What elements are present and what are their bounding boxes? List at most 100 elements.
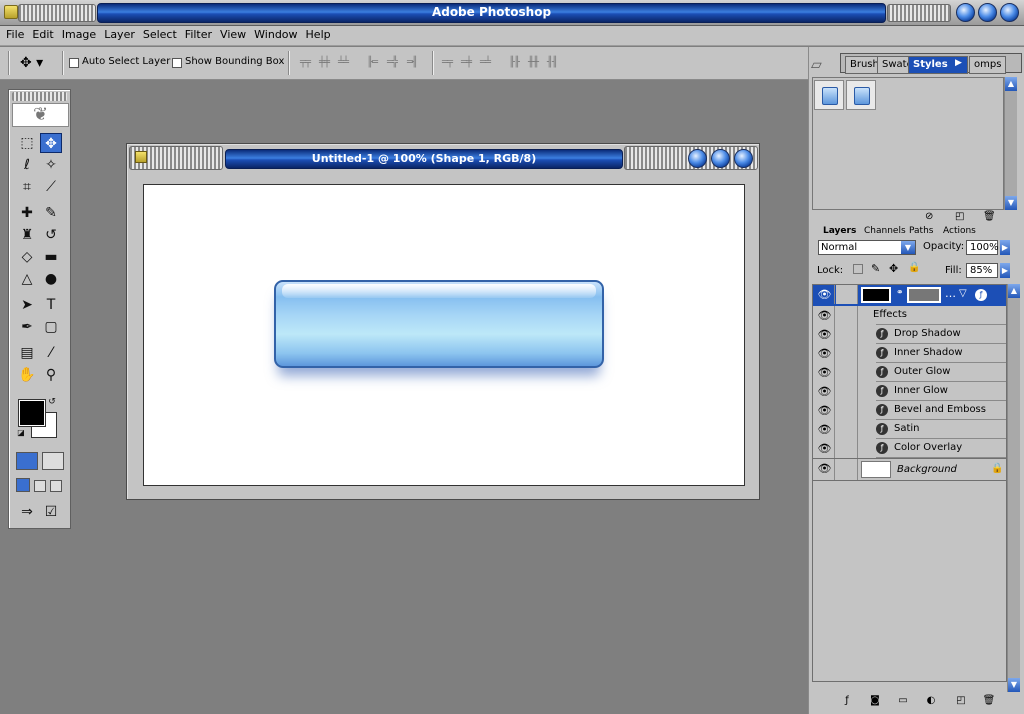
tab-actions[interactable]: Actions	[943, 226, 976, 236]
menu-window[interactable]: Window	[252, 26, 303, 45]
screen-mode-full-button[interactable]	[50, 480, 62, 492]
align-left-icon[interactable]: ╟═	[367, 57, 383, 69]
distribute-bottom-icon[interactable]: ═╧	[480, 57, 496, 69]
visibility-eye-icon[interactable]: 👁	[815, 382, 835, 401]
align-hcenter-icon[interactable]: ═╬	[387, 57, 403, 69]
distribute-left-icon[interactable]: ╟╟	[509, 57, 525, 69]
hand-tool-icon[interactable]: ✋	[16, 365, 38, 385]
fill-arrow-icon[interactable]: ▶	[1000, 263, 1010, 278]
document-icon[interactable]	[135, 151, 147, 163]
style-swatch[interactable]	[814, 80, 844, 110]
distribute-hcenter-icon[interactable]: ╫╫	[528, 57, 544, 69]
eraser-tool-icon[interactable]: ◇	[16, 247, 38, 267]
feather-logo-icon[interactable]: ❦	[12, 103, 69, 127]
document-close-button[interactable]	[734, 149, 753, 168]
standard-mode-button[interactable]	[16, 452, 38, 470]
tab-comps[interactable]: omps	[969, 56, 1007, 74]
healing-brush-tool-icon[interactable]: ✚	[16, 203, 38, 223]
blur-tool-icon[interactable]: △	[16, 269, 38, 289]
document-maximize-button[interactable]	[711, 149, 730, 168]
move-tool-preset-icon[interactable]: ✥ ▾	[20, 55, 56, 71]
lock-all-icon[interactable]: 🔒	[908, 262, 920, 273]
visibility-eye-icon[interactable]: 👁	[815, 420, 835, 439]
visibility-eye-icon[interactable]: 👁	[815, 325, 835, 344]
vector-mask-thumbnail[interactable]	[907, 287, 941, 303]
layer-row-background[interactable]: 👁 Background 🔒	[813, 458, 1006, 481]
brush-tool-icon[interactable]: ✎	[40, 203, 62, 223]
show-bounding-box-checkbox[interactable]	[172, 58, 182, 68]
align-vcenter-icon[interactable]: ╪╪	[319, 57, 335, 69]
menu-filter[interactable]: Filter	[183, 26, 218, 45]
visibility-eye-icon[interactable]: 👁	[815, 459, 835, 480]
lasso-tool-icon[interactable]: ℓ	[16, 155, 38, 175]
notes-tool-icon[interactable]: ▤	[16, 343, 38, 363]
foreground-color-swatch[interactable]	[18, 399, 46, 427]
check-icon[interactable]: ☑	[40, 502, 62, 522]
layer-fill-thumbnail[interactable]	[861, 287, 891, 303]
layer-link-icon[interactable]: ⚭	[896, 288, 904, 302]
style-swatch[interactable]	[846, 80, 876, 110]
default-colors-icon[interactable]: ◪	[16, 428, 26, 438]
effect-row-color-overlay[interactable]: 👁 ƒ Color Overlay	[813, 439, 1006, 458]
scroll-down-icon[interactable]: ▼	[1005, 196, 1017, 210]
distribute-right-icon[interactable]: ╢╢	[547, 57, 563, 69]
effects-expand-icon[interactable]: ▽	[959, 288, 967, 299]
history-brush-tool-icon[interactable]: ↺	[40, 225, 62, 245]
effect-row-bevel-emboss[interactable]: 👁 ƒ Bevel and Emboss	[813, 401, 1006, 420]
menu-select[interactable]: Select	[141, 26, 183, 45]
glass-button-shape[interactable]	[274, 280, 604, 368]
styles-menu-arrow-icon[interactable]: ▶	[955, 58, 962, 68]
lock-position-icon[interactable]: ✥	[889, 262, 898, 275]
visibility-eye-icon[interactable]: 👁	[815, 401, 835, 420]
close-button[interactable]	[1000, 3, 1019, 22]
crop-tool-icon[interactable]: ⌗	[16, 177, 38, 197]
pen-tool-icon[interactable]: ✒	[16, 317, 38, 337]
maximize-button[interactable]	[978, 3, 997, 22]
align-right-icon[interactable]: ═╢	[407, 57, 423, 69]
slice-tool-icon[interactable]: ⟋	[40, 177, 62, 197]
tab-layers[interactable]: Layers	[823, 226, 856, 236]
layer-brush-cell[interactable]	[836, 459, 858, 480]
align-bottom-icon[interactable]: ╧╧	[338, 57, 354, 69]
gradient-tool-icon[interactable]: ▬	[40, 247, 62, 267]
menu-help[interactable]: Help	[304, 26, 337, 45]
swap-colors-icon[interactable]: ↺	[46, 396, 58, 408]
layer-effects-icon[interactable]: ƒ	[975, 289, 987, 301]
new-adjustment-layer-icon[interactable]: ◐	[924, 694, 938, 708]
menu-view[interactable]: View	[218, 26, 252, 45]
background-thumbnail[interactable]	[861, 461, 891, 478]
visibility-eye-icon[interactable]: 👁	[815, 363, 835, 382]
menu-edit[interactable]: Edit	[30, 26, 59, 45]
delete-layer-icon[interactable]: 🗑	[982, 694, 996, 708]
quick-mask-mode-button[interactable]	[42, 452, 64, 470]
zoom-tool-icon[interactable]: ⚲	[40, 365, 62, 385]
new-group-icon[interactable]: ▭	[896, 694, 910, 708]
new-layer-icon[interactable]: ◰	[954, 694, 968, 708]
visibility-eye-icon[interactable]: 👁	[815, 344, 835, 363]
scroll-up-icon[interactable]: ▲	[1008, 284, 1020, 298]
magic-wand-tool-icon[interactable]: ✧	[40, 155, 62, 175]
tab-paths[interactable]: Paths	[909, 226, 933, 236]
document-canvas[interactable]	[143, 184, 745, 486]
add-mask-icon[interactable]: ◙	[868, 694, 882, 708]
effect-row-satin[interactable]: 👁 ƒ Satin	[813, 420, 1006, 439]
toolbox-grip[interactable]	[12, 92, 67, 101]
align-top-icon[interactable]: ╤╤	[300, 57, 316, 69]
auto-select-layer-checkbox[interactable]	[69, 58, 79, 68]
scroll-down-icon[interactable]: ▼	[1008, 678, 1020, 692]
clone-stamp-tool-icon[interactable]: ♜	[16, 225, 38, 245]
fill-field[interactable]: 85%	[966, 263, 998, 278]
new-style-icon[interactable]: ◰	[955, 211, 964, 222]
effects-header-row[interactable]: 👁 Effects	[813, 306, 1006, 325]
visibility-eye-icon[interactable]: 👁	[815, 306, 835, 325]
minimize-button[interactable]	[956, 3, 975, 22]
layer-row-shape[interactable]: 👁 ⚭ … ▽ ƒ	[813, 285, 1006, 306]
menu-layer[interactable]: Layer	[102, 26, 141, 45]
visibility-eye-icon[interactable]: 👁	[815, 285, 835, 304]
move-tool-icon[interactable]: ✥	[40, 133, 62, 153]
menu-image[interactable]: Image	[60, 26, 102, 45]
eyedropper-tool-icon[interactable]: ⁄	[40, 343, 62, 363]
effect-row-inner-shadow[interactable]: 👁 ƒ Inner Shadow	[813, 344, 1006, 363]
marquee-tool-icon[interactable]: ⬚	[16, 133, 38, 153]
effect-row-drop-shadow[interactable]: 👁 ƒ Drop Shadow	[813, 325, 1006, 344]
